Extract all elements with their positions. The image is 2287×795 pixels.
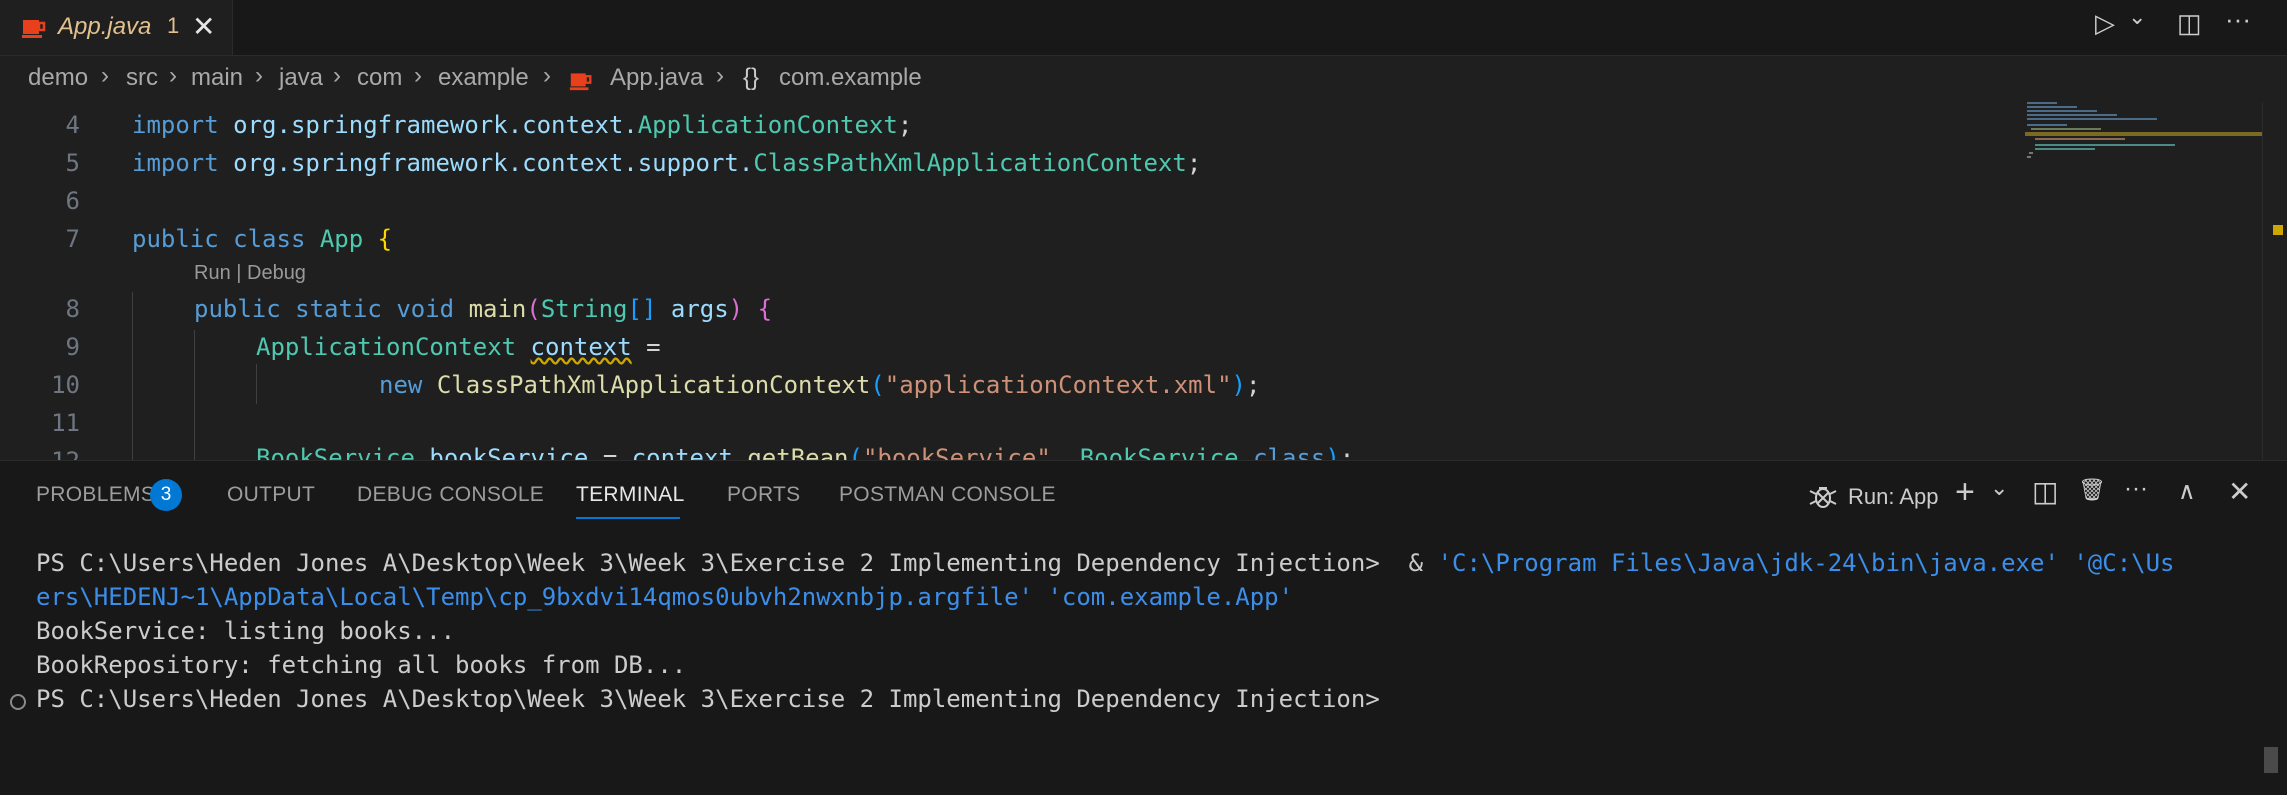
scrollbar-thumb[interactable] — [2264, 747, 2278, 773]
java-coffee-icon — [22, 20, 46, 38]
terminal-line: ers\HEDENJ~1\AppData\Local\Temp\cp_9bxdv… — [36, 583, 1294, 611]
code-line: BookService bookService = context.getBea… — [256, 444, 1355, 460]
maximize-panel-icon[interactable]: ∧ — [2178, 477, 2196, 506]
run-icon[interactable]: ▷ — [2095, 8, 2115, 39]
terminal-scrollbar[interactable] — [2262, 461, 2287, 795]
line-number: 6 — [65, 187, 80, 215]
warning-marker — [2273, 225, 2283, 235]
braces-icon: {} — [743, 64, 760, 91]
code-line: ApplicationContext context = — [256, 333, 661, 361]
run-menu-chevron-icon[interactable]: ⌄ — [2128, 4, 2146, 30]
tab-label: App.java — [58, 13, 152, 40]
code-line: public class App { — [132, 225, 393, 253]
breadcrumb: demo › src › main › java › com › example… — [0, 56, 2287, 102]
indent-guide — [194, 330, 195, 460]
tab-output[interactable]: OUTPUT — [227, 483, 315, 507]
bottom-panel: PROBLEMS 3 OUTPUT DEBUG CONSOLE TERMINAL… — [0, 460, 2287, 795]
code-editor[interactable]: 4 5 6 7 8 9 10 11 12 import org.springfr… — [0, 102, 2287, 460]
code-line: new ClassPathXmlApplicationContext("appl… — [379, 371, 1261, 399]
chevron-right-icon: › — [101, 62, 109, 89]
chevron-right-icon: › — [255, 62, 263, 89]
indent-guide — [256, 364, 257, 404]
java-coffee-icon — [569, 73, 592, 91]
breadcrumb-item[interactable]: src — [126, 64, 158, 92]
terminal-dropdown-chevron-icon[interactable]: ⌄ — [1990, 475, 2008, 501]
problems-count-badge: 3 — [150, 479, 182, 511]
code-line: import org.springframework.context.suppo… — [132, 149, 1202, 177]
line-number: 10 — [51, 371, 80, 399]
code-line: public static void main(String[] args) { — [194, 295, 773, 323]
editor-scrollbar[interactable] — [2262, 102, 2287, 460]
codelens-run-debug[interactable]: Run | Debug — [194, 262, 306, 285]
breadcrumb-item[interactable]: java — [279, 64, 323, 92]
line-number: 5 — [65, 149, 80, 177]
tab-problems[interactable]: PROBLEMS — [36, 483, 155, 507]
chevron-right-icon: › — [169, 62, 177, 89]
line-number: 4 — [65, 111, 80, 139]
more-actions-icon[interactable]: ··· — [2124, 475, 2148, 503]
chevron-right-icon: › — [414, 62, 422, 89]
breadcrumb-symbol[interactable]: com.example — [779, 64, 922, 92]
line-number: 9 — [65, 333, 80, 361]
breadcrumb-item[interactable]: com — [357, 64, 402, 92]
new-terminal-icon[interactable]: + — [1955, 473, 1975, 512]
breadcrumb-file[interactable]: App.java — [610, 64, 703, 92]
tab-debug-console[interactable]: DEBUG CONSOLE — [357, 483, 544, 507]
breadcrumb-item[interactable]: demo — [28, 64, 88, 92]
close-icon[interactable]: ✕ — [192, 10, 215, 43]
breadcrumb-item[interactable]: main — [191, 64, 243, 92]
line-number: 8 — [65, 295, 80, 323]
chevron-right-icon: › — [716, 62, 724, 89]
editor-tab-bar: App.java 1 ✕ ▷ ⌄ ◫ ··· — [0, 0, 2287, 56]
tab-problem-count: 1 — [167, 13, 180, 38]
minimap[interactable] — [2025, 102, 2265, 460]
code-line: import org.springframework.context.Appli… — [132, 111, 913, 139]
tab-terminal[interactable]: TERMINAL — [576, 483, 685, 507]
terminal-line: BookService: listing books... — [36, 617, 456, 645]
active-tab-indicator — [576, 517, 680, 519]
tab-ports[interactable]: PORTS — [727, 483, 800, 507]
run-app-terminal-label[interactable]: Run: App — [1848, 484, 1939, 510]
breadcrumb-item[interactable]: example — [438, 64, 529, 92]
terminal-line: PS C:\Users\Heden Jones A\Desktop\Week 3… — [36, 549, 2175, 577]
tab-app-java[interactable]: App.java 1 ✕ — [0, 0, 233, 55]
tab-postman-console[interactable]: POSTMAN CONSOLE — [839, 483, 1056, 507]
more-actions-icon[interactable]: ··· — [2225, 4, 2251, 35]
terminal-prompt[interactable]: PS C:\Users\Heden Jones A\Desktop\Week 3… — [36, 685, 1380, 713]
split-editor-icon[interactable]: ◫ — [2177, 8, 2202, 39]
terminal-line: BookRepository: fetching all books from … — [36, 651, 687, 679]
line-number: 7 — [65, 225, 80, 253]
line-number: 12 — [0, 447, 80, 460]
split-terminal-icon[interactable]: ◫ — [2032, 475, 2058, 508]
chevron-right-icon: › — [333, 62, 341, 89]
debug-bug-icon — [1809, 487, 1837, 508]
line-number: 11 — [51, 409, 80, 437]
trash-icon[interactable]: 🗑 — [2078, 477, 2106, 503]
command-decoration-icon[interactable] — [10, 694, 26, 710]
chevron-right-icon: › — [543, 62, 551, 89]
indent-guide — [132, 292, 133, 460]
close-panel-icon[interactable]: ✕ — [2228, 475, 2251, 508]
